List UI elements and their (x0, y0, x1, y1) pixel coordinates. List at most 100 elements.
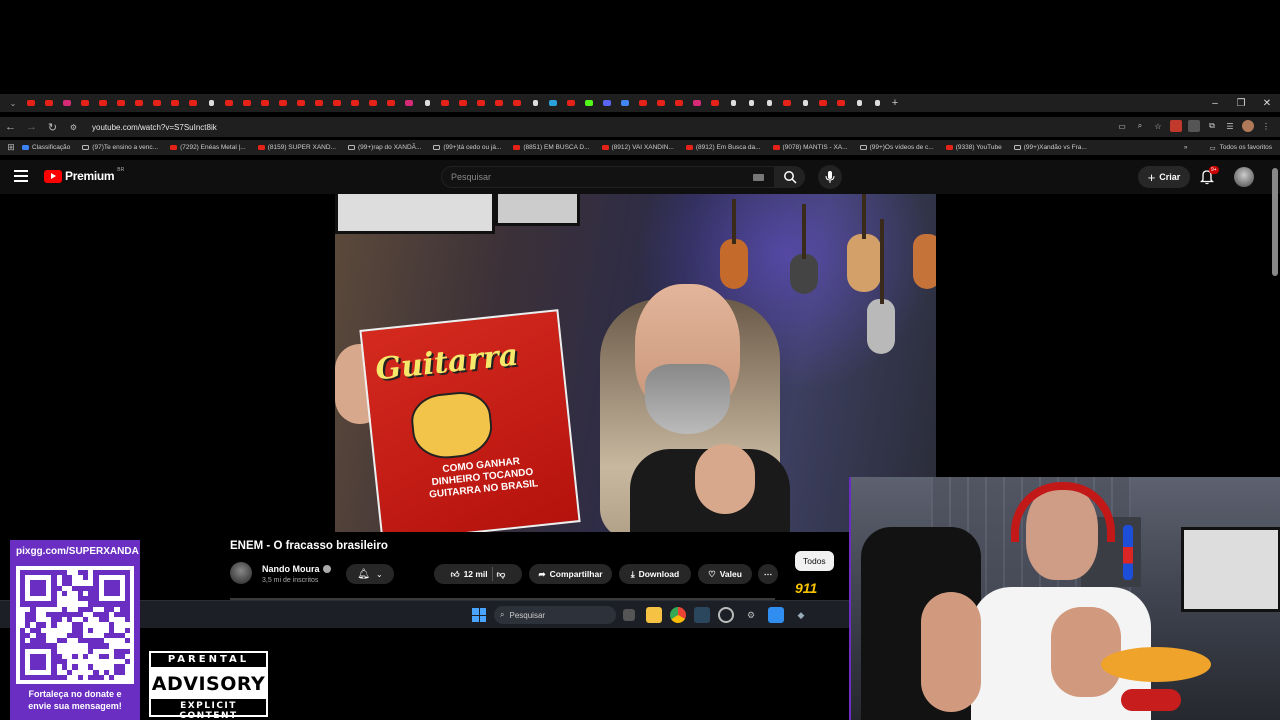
browser-tab[interactable] (112, 94, 130, 112)
bookmark-item[interactable]: (99+)Xandão vs Fra... (1013, 144, 1087, 151)
browser-tab[interactable] (58, 94, 76, 112)
maximize-icon[interactable]: ❐ (1228, 94, 1254, 112)
cast-icon[interactable]: ▭ (1116, 120, 1128, 132)
settings-icon[interactable]: ⚙ (743, 607, 759, 623)
zoom-icon[interactable]: ⌕ (1134, 120, 1146, 132)
bookmark-item[interactable]: (99+)tá cedo ou já... (433, 144, 501, 151)
browser-tab[interactable] (202, 94, 220, 112)
page-scrollbar[interactable] (1272, 168, 1278, 276)
profile-avatar[interactable] (1242, 120, 1254, 132)
reading-list-icon[interactable]: ☰ (1224, 120, 1236, 132)
thanks-button[interactable]: ♡ Valeu (698, 564, 752, 584)
browser-tab[interactable] (328, 94, 346, 112)
browser-tab[interactable] (706, 94, 724, 112)
extension-icon[interactable] (1170, 120, 1182, 132)
all-bookmarks[interactable]: » ▭ Todos os favoritos (1184, 140, 1272, 155)
notifications-button[interactable]: 9+ (1199, 166, 1219, 185)
chevron-double-icon[interactable]: » (1184, 144, 1188, 151)
browser-tab[interactable] (418, 94, 436, 112)
share-button[interactable]: ➦ Compartilhar (529, 564, 612, 584)
browser-tab[interactable] (310, 94, 328, 112)
bookmark-item[interactable]: (8912) Em Busca da... (685, 144, 761, 151)
apps-grid-icon[interactable]: ⊞ (0, 140, 22, 155)
file-explorer-icon[interactable] (646, 607, 662, 623)
bookmark-item[interactable]: (99+)Os vídeos de c... (859, 144, 934, 151)
minimize-icon[interactable]: – (1202, 94, 1228, 112)
browser-tab[interactable] (184, 94, 202, 112)
browser-tab[interactable] (634, 94, 652, 112)
browser-tab[interactable] (22, 94, 40, 112)
search-input[interactable]: Pesquisar (441, 166, 775, 188)
chrome-icon[interactable] (670, 607, 686, 623)
windows-start-icon[interactable] (472, 608, 486, 622)
bookmark-item[interactable]: (9078) MANTIS - XA... (772, 144, 848, 151)
browser-tab[interactable] (850, 94, 868, 112)
browser-tab[interactable] (94, 94, 112, 112)
bookmark-item[interactable]: (99+)rap do XANDÃ... (347, 144, 421, 151)
browser-tab[interactable] (238, 94, 256, 112)
browser-tab[interactable] (760, 94, 778, 112)
browser-tab[interactable] (472, 94, 490, 112)
bookmark-item[interactable]: (8912) VAI XANDIN... (601, 144, 674, 151)
browser-tab[interactable] (652, 94, 670, 112)
browser-tab[interactable] (544, 94, 562, 112)
subscription-bell-button[interactable]: 🔔︎ ⌄ (346, 564, 394, 584)
bookmark-item[interactable]: (8851) EM BUSCA D... (513, 144, 590, 151)
browser-tab[interactable] (166, 94, 184, 112)
account-avatar[interactable] (1234, 167, 1254, 187)
browser-tab[interactable] (778, 94, 796, 112)
browser-tab[interactable] (400, 94, 418, 112)
back-icon[interactable]: ← (0, 117, 21, 137)
close-window-icon[interactable]: ✕ (1254, 94, 1280, 112)
browser-tab[interactable] (76, 94, 94, 112)
browser-tab[interactable] (598, 94, 616, 112)
browser-tab[interactable] (796, 94, 814, 112)
browser-tab[interactable] (274, 94, 292, 112)
url-field[interactable]: youtube.com/watch?v=S7SuInct8ik (92, 123, 217, 132)
site-info-icon[interactable]: ⚙ (63, 117, 84, 137)
browser-tab[interactable] (130, 94, 148, 112)
app-icon[interactable] (768, 607, 784, 623)
browser-tab[interactable] (724, 94, 742, 112)
hamburger-menu-icon[interactable] (14, 170, 28, 182)
thumbs-down-icon[interactable]: 👎︎ (497, 569, 506, 580)
extensions-puzzle-icon[interactable]: ⧉ (1206, 120, 1218, 132)
browser-tab[interactable] (688, 94, 706, 112)
voice-search-button[interactable] (818, 165, 842, 189)
browser-tab[interactable] (220, 94, 238, 112)
browser-tab[interactable] (490, 94, 508, 112)
bookmark-item[interactable]: (9338) YouTube (945, 144, 1002, 151)
bookmark-star-icon[interactable]: ☆ (1152, 120, 1164, 132)
bookmark-item[interactable]: (8159) SUPER XAND... (257, 144, 336, 151)
browser-tab[interactable] (526, 94, 544, 112)
bookmark-item[interactable]: (97)Te ensino a venc... (82, 144, 158, 151)
keyboard-icon[interactable] (753, 174, 764, 181)
video-player[interactable]: Guitarra COMO GANHAR DINHEIRO TOCANDO GU… (335, 194, 936, 532)
new-tab-icon[interactable]: + (886, 94, 904, 112)
browser-tab[interactable] (382, 94, 400, 112)
channel-avatar[interactable] (230, 562, 252, 584)
browser-tab[interactable] (256, 94, 274, 112)
search-button[interactable] (775, 166, 805, 188)
browser-tab[interactable] (742, 94, 760, 112)
browser-tab[interactable] (292, 94, 310, 112)
channel-name-link[interactable]: Nando Moura (262, 564, 331, 574)
browser-tab[interactable] (616, 94, 634, 112)
browser-tab[interactable] (670, 94, 688, 112)
browser-tab[interactable] (364, 94, 382, 112)
taskbar-search[interactable]: ⌕ Pesquisar (494, 606, 616, 624)
bookmark-item[interactable]: Classificação (22, 144, 70, 151)
download-button[interactable]: ⤓ Download (619, 564, 691, 584)
browser-tab[interactable] (40, 94, 58, 112)
chip-all[interactable]: Todos (795, 551, 834, 571)
browser-tab[interactable] (562, 94, 580, 112)
forward-icon[interactable]: → (21, 117, 42, 137)
browser-tab[interactable] (346, 94, 364, 112)
like-button[interactable]: 👍︎ 12 mil (451, 569, 488, 580)
bookmark-item[interactable]: (7292) Enéas Metal |... (170, 144, 246, 151)
browser-tab[interactable] (508, 94, 526, 112)
browser-tab[interactable] (868, 94, 886, 112)
browser-tab[interactable] (148, 94, 166, 112)
extension-icon[interactable] (1188, 120, 1200, 132)
task-view-icon[interactable] (623, 609, 635, 621)
